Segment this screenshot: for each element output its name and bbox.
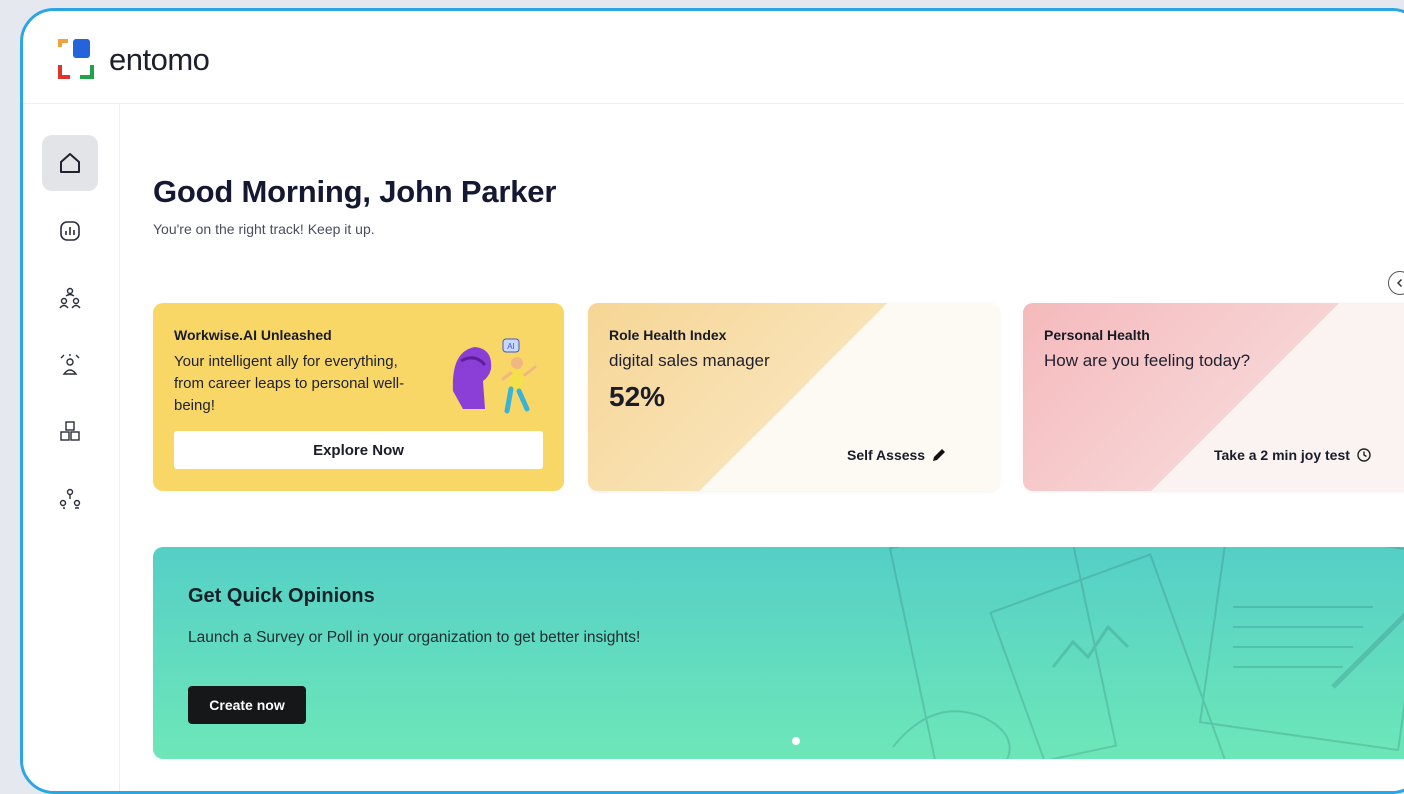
brand-logo[interactable]: entomo [57,37,210,83]
app-window: entomo Good Morning, John Parker You're … [20,8,1404,794]
org-chart-icon [59,488,81,509]
person-expand-icon [60,354,80,375]
role-health-title: Role Health Index [609,327,727,343]
sidebar [23,104,120,791]
main-content: Good Morning, John Parker You're on the … [120,104,1404,791]
quick-opinions-banner: Get Quick Opinions Launch a Survey or Po… [153,547,1404,759]
role-health-percent: 52% [609,381,666,412]
home-icon [60,153,80,173]
chart-icon [60,221,80,241]
carousel-indicator-dot[interactable] [792,737,800,745]
entomo-logo-icon [58,39,94,79]
joy-test-label: Take a 2 min joy test [1214,447,1350,463]
top-bar: entomo [23,11,1404,104]
cubes-icon [60,421,80,441]
sidebar-item-home[interactable] [42,135,98,191]
clock-icon [1357,448,1371,462]
workwise-title: Workwise.AI Unleashed [174,327,332,343]
self-assess-link[interactable]: Self Assess [847,447,947,463]
sidebar-item-modules[interactable] [42,404,98,460]
personal-health-card[interactable]: Personal Health How are you feeling toda… [1023,303,1404,491]
banner-title: Get Quick Opinions [188,585,375,607]
team-network-icon [59,287,81,309]
role-health-card[interactable]: Role Health Index digital sales manager … [588,303,999,491]
ai-assistant-illustration: AI [452,338,537,414]
personal-health-title: Personal Health [1044,327,1150,343]
sidebar-item-team[interactable] [42,270,98,326]
page-title: Good Morning, John Parker [153,174,557,209]
documents-illustration [888,547,1404,759]
brand-name: entomo [109,42,210,77]
create-now-button[interactable]: Create now [188,686,306,724]
ai-badge-text: AI [507,342,515,351]
pencil-icon [933,449,946,461]
sidebar-item-org[interactable] [42,471,98,527]
workwise-description: Your intelligent ally for everything, fr… [174,353,405,414]
page-subtitle: You're on the right track! Keep it up. [153,221,375,237]
explore-now-button[interactable]: Explore Now [174,431,543,469]
personal-health-question: How are you feeling today? [1044,351,1251,370]
self-assess-label: Self Assess [847,447,926,463]
sidebar-item-analytics[interactable] [42,203,98,259]
chevron-left-icon [1396,278,1403,288]
role-name: digital sales manager [609,351,770,370]
workwise-card: Workwise.AI Unleashed Your intelligent a… [153,303,564,491]
banner-description: Launch a Survey or Poll in your organiza… [188,629,641,646]
joy-test-link[interactable]: Take a 2 min joy test [1214,447,1372,463]
carousel-prev-button[interactable] [1388,271,1404,295]
sidebar-item-people[interactable] [42,337,98,393]
